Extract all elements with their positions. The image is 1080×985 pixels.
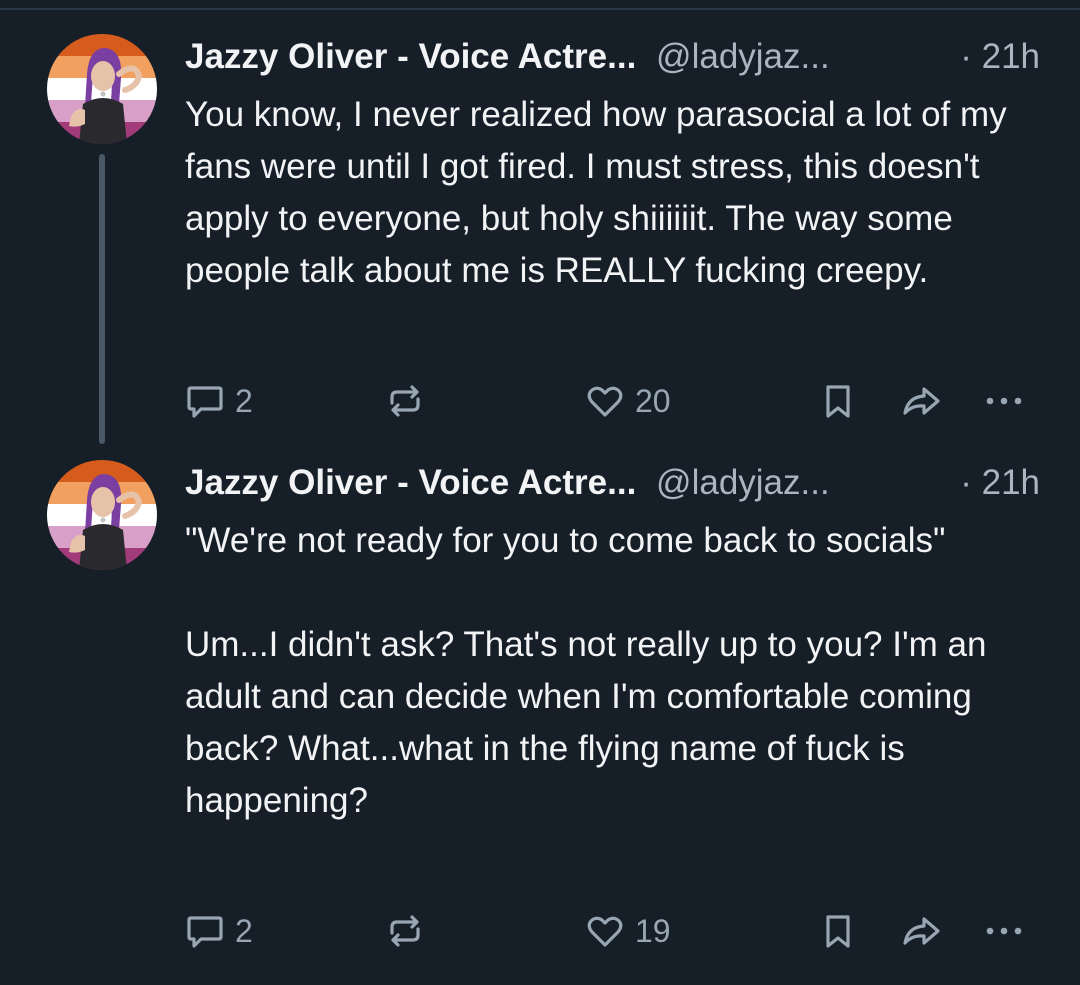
author-handle[interactable]: @ladyjaz... bbox=[656, 463, 830, 502]
share-button[interactable] bbox=[900, 908, 944, 954]
top-divider bbox=[0, 8, 1080, 10]
repost-button[interactable] bbox=[385, 378, 435, 424]
post-timestamp[interactable]: · 21h bbox=[960, 34, 1040, 80]
repost-arrows-icon bbox=[390, 385, 420, 417]
ellipsis-icon bbox=[986, 397, 1022, 405]
ellipsis-icon bbox=[986, 927, 1022, 935]
post-paragraph: You know, I never realized how parasocia… bbox=[185, 95, 1007, 290]
author-avatar[interactable] bbox=[47, 460, 157, 570]
author-avatar[interactable] bbox=[47, 34, 157, 144]
heart-icon bbox=[587, 386, 623, 417]
share-arrow-icon bbox=[903, 917, 940, 945]
reply-count: 2 bbox=[235, 912, 253, 949]
speech-bubble-icon bbox=[187, 386, 223, 418]
like-button[interactable]: 20 bbox=[585, 378, 671, 424]
bookmark-button[interactable] bbox=[818, 378, 858, 424]
post-paragraph: "We're not ready for you to come back to… bbox=[185, 521, 946, 560]
avatar-illustration-icon bbox=[47, 460, 157, 570]
post-actions: 2 20 bbox=[185, 378, 1055, 424]
like-count: 19 bbox=[635, 912, 671, 949]
share-button[interactable] bbox=[900, 378, 944, 424]
post-actions: 2 19 bbox=[185, 908, 1055, 954]
bookmark-button[interactable] bbox=[818, 908, 858, 954]
post-header: Jazzy Oliver - Voice Actre... @ladyjaz..… bbox=[185, 34, 1055, 80]
like-button[interactable]: 19 bbox=[585, 908, 671, 954]
author-handle[interactable]: @ladyjaz... bbox=[656, 37, 830, 76]
reply-button[interactable]: 2 bbox=[185, 908, 253, 954]
reply-count: 2 bbox=[235, 382, 253, 419]
avatar-illustration-icon bbox=[47, 34, 157, 144]
share-arrow-icon bbox=[903, 387, 940, 415]
post-paragraph: Um...I didn't ask? That's not really up … bbox=[185, 625, 987, 820]
post-header: Jazzy Oliver - Voice Actre... @ladyjaz..… bbox=[185, 460, 1055, 506]
like-count: 20 bbox=[635, 382, 671, 419]
reply-button[interactable]: 2 bbox=[185, 378, 253, 424]
author-display-name[interactable]: Jazzy Oliver - Voice Actre... bbox=[185, 463, 636, 502]
author-display-name[interactable]: Jazzy Oliver - Voice Actre... bbox=[185, 37, 636, 76]
speech-bubble-icon bbox=[187, 916, 223, 948]
repost-arrows-icon bbox=[390, 915, 420, 947]
bookmark-icon bbox=[826, 385, 850, 418]
more-options-button[interactable] bbox=[982, 378, 1026, 424]
thread-connector-line bbox=[99, 154, 105, 444]
more-options-button[interactable] bbox=[982, 908, 1026, 954]
post-timestamp[interactable]: · 21h bbox=[960, 460, 1040, 506]
bookmark-icon bbox=[826, 915, 850, 948]
heart-icon bbox=[587, 916, 623, 947]
paragraph-spacer bbox=[185, 567, 1045, 619]
repost-button[interactable] bbox=[385, 908, 435, 954]
post-body: "We're not ready for you to come back to… bbox=[185, 515, 1045, 827]
post-body: You know, I never realized how parasocia… bbox=[185, 89, 1045, 297]
